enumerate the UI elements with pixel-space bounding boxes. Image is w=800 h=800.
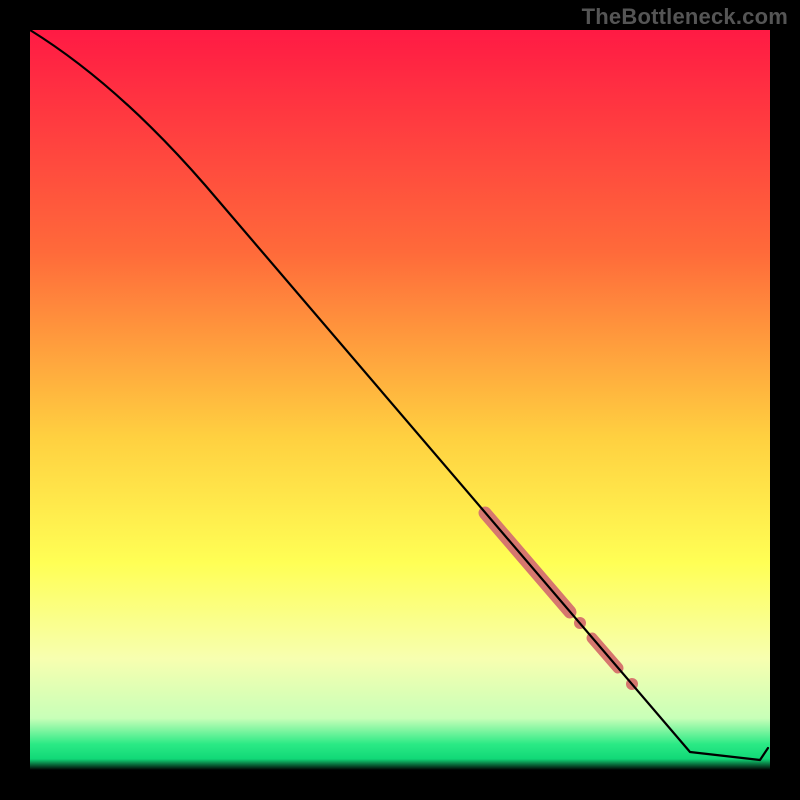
plot-background bbox=[30, 30, 770, 770]
chart-svg bbox=[0, 0, 800, 800]
chart-stage: TheBottleneck.com bbox=[0, 0, 800, 800]
